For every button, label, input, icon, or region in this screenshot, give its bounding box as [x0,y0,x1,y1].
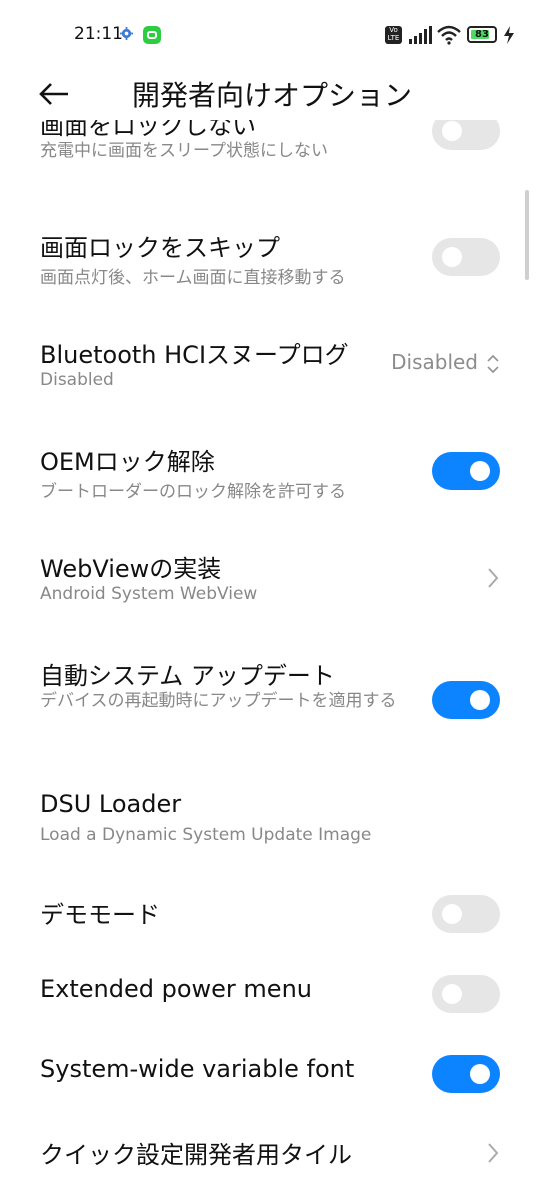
demo-mode-toggle[interactable] [432,895,500,933]
status-bar: 21:11 Vo LTE 83 [0,0,540,70]
setting-title: WebViewの実装 [40,555,222,583]
wifi-icon [437,25,461,45]
setting-subtitle: Disabled [40,370,114,390]
setting-extended-power-menu[interactable]: Extended power menu [0,960,540,1030]
battery-level: 83 [475,29,489,40]
battery-icon: 83 [467,26,497,43]
chevron-up-down-icon [487,354,499,374]
setting-subtitle: Load a Dynamic System Update Image [40,825,372,845]
setting-keep-screen-on[interactable]: 画面をロックしない 充電中に画面をスリープ状態にしない [0,120,540,190]
setting-system-wide-variable-font[interactable]: System-wide variable font [0,1040,540,1110]
skip-lock-screen-toggle[interactable] [432,238,500,276]
page-title: 開発者向けオプション [132,79,413,112]
setting-quick-settings-developer-tiles[interactable]: クイック設定開発者用タイル [0,1120,540,1190]
chevron-right-icon [488,1143,499,1163]
keep-screen-on-toggle[interactable] [432,120,500,150]
volte-icon: Vo LTE [385,26,402,44]
charging-icon [504,26,514,44]
scrollbar[interactable] [525,190,529,280]
setting-title: DSU Loader [40,790,182,818]
select-value: Disabled [391,350,478,374]
setting-title: 画面ロックをスキップ [40,234,280,262]
gear-icon [120,27,133,40]
setting-demo-mode[interactable]: デモモード [0,880,540,950]
extended-power-menu-toggle[interactable] [432,975,500,1013]
signal-icon [409,26,432,44]
oem-unlock-toggle[interactable] [432,452,500,490]
bluetooth-hci-select[interactable]: Disabled [390,350,500,378]
setting-title: Extended power menu [40,975,312,1003]
setting-subtitle: ブートローダーのロック解除を許可する [40,482,346,502]
app-header: 開発者向けオプション [0,70,540,120]
back-arrow-icon[interactable] [38,80,70,108]
setting-bluetooth-hci-snoop-log[interactable]: Bluetooth HCIスヌープログ Disabled Disabled [0,315,540,415]
system-wide-variable-font-toggle[interactable] [432,1055,500,1093]
setting-title: 自動システム アップデート [40,662,335,690]
setting-auto-system-update[interactable]: 自動システム アップデート デバイスの再起動時にアップデートを適用する [0,636,540,761]
setting-subtitle: 画面点灯後、ホーム画面に直接移動する [40,268,346,288]
setting-title: Bluetooth HCIスヌープログ [40,341,349,369]
setting-webview-implementation[interactable]: WebViewの実装 Android System WebView [0,529,540,629]
status-time: 21:11 [74,24,123,44]
settings-list: 画面をロックしない 充電中に画面をスリープ状態にしない 画面ロックをスキップ 画… [0,120,540,1200]
setting-subtitle: 充電中に画面をスリープ状態にしない [40,141,328,161]
setting-title: System-wide variable font [40,1055,355,1083]
app-notification-icon [143,26,161,44]
setting-title: OEMロック解除 [40,448,215,476]
setting-subtitle: デバイスの再起動時にアップデートを適用する [40,691,397,711]
setting-title: デモモード [40,901,160,929]
auto-system-update-toggle[interactable] [432,681,500,719]
setting-skip-lock-screen[interactable]: 画面ロックをスキップ 画面点灯後、ホーム画面に直接移動する [0,208,540,308]
chevron-right-icon [488,568,499,588]
setting-oem-unlock[interactable]: OEMロック解除 ブートローダーのロック解除を許可する [0,422,540,522]
setting-dsu-loader[interactable]: DSU Loader Load a Dynamic System Update … [0,770,540,870]
setting-subtitle: Android System WebView [40,584,258,604]
setting-title: クイック設定開発者用タイル [40,1141,352,1169]
